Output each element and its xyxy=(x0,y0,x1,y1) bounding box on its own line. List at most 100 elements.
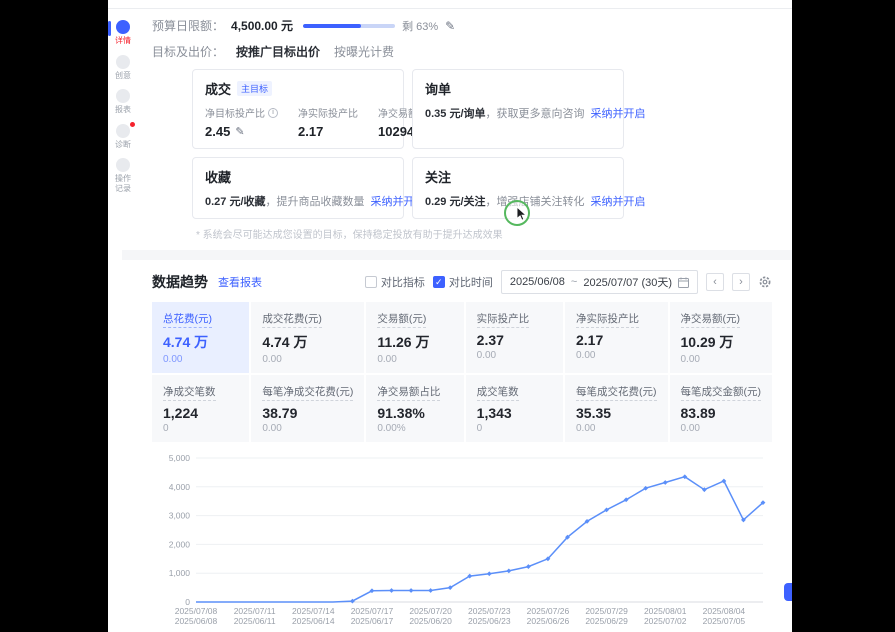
metric-compare-value: 0.00 xyxy=(163,354,238,365)
compare-time-label: 对比时间 xyxy=(449,274,493,290)
calendar-icon xyxy=(678,277,689,288)
date-range-separator: ~ xyxy=(571,276,577,288)
deal-stat: 净目标投产比i2.45✎ xyxy=(205,105,278,139)
metric-card[interactable]: 净交易额(元)10.29 万0.00 xyxy=(670,302,773,373)
budget-progress-fill xyxy=(303,24,361,28)
metric-value: 1,224 xyxy=(163,405,238,421)
metric-card[interactable]: 净交易额占比91.38%0.00% xyxy=(366,375,463,442)
sidebar-item-label: 报表 xyxy=(114,105,132,115)
metric-label: 净交易额(元) xyxy=(681,311,741,328)
goal-cards: 成交 主目标 净目标投产比i2.45✎净实际投产比2.17净交易额(元)1029… xyxy=(192,69,772,219)
budget-progress-bar xyxy=(303,24,395,28)
compare-time-checkbox[interactable]: ✓ xyxy=(433,276,445,288)
sidebar-item-creative[interactable]: 创意 xyxy=(110,55,136,81)
follow-card-desc: 0.29 元/关注，增强店铺关注转化采纳并开启 xyxy=(425,193,611,209)
sidebar-item-label: 操作记录 xyxy=(114,174,132,193)
metric-compare-value: 0 xyxy=(477,423,552,434)
metric-compare-value: 0.00 xyxy=(576,423,657,434)
favorite-card-desc: 0.27 元/收藏，提升商品收藏数量采纳并开启 xyxy=(205,193,391,209)
metric-value: 1,343 xyxy=(477,405,552,421)
goal-label: 目标及出价： xyxy=(152,43,224,60)
metric-value: 83.89 xyxy=(681,405,762,421)
trend-chart-wrap: 01,0002,0003,0004,0005,0002025/07/082025… xyxy=(152,452,772,632)
adopt-enable-link[interactable]: 采纳并开启 xyxy=(591,196,646,208)
prev-period-button[interactable]: ‹ xyxy=(706,273,724,291)
svg-text:2025/07/02: 2025/07/02 xyxy=(644,616,687,626)
metric-compare-value: 0.00 xyxy=(576,350,657,361)
follow-card-title: 关注 xyxy=(425,167,451,186)
section-separator xyxy=(122,250,792,260)
metric-compare-value: 0.00% xyxy=(377,423,452,434)
main-content: 预算日限额： 4,500.00 元 剩 63% ✎ 目标及出价： 按推广目标出价… xyxy=(138,17,792,632)
svg-text:2025/06/29: 2025/06/29 xyxy=(585,616,628,626)
compare-metric-toggle[interactable]: 对比指标 xyxy=(365,274,425,290)
stat-edit-icon[interactable]: ✎ xyxy=(235,125,244,138)
next-period-button[interactable]: › xyxy=(732,273,750,291)
metric-card[interactable]: 交易额(元)11.26 万0.00 xyxy=(366,302,463,373)
deal-card-header: 成交 主目标 xyxy=(205,79,391,98)
metric-card[interactable]: 每笔净成交花费(元)38.790.00 xyxy=(251,375,364,442)
metric-value: 38.79 xyxy=(262,405,353,421)
side-float-tab[interactable] xyxy=(784,583,792,601)
top-divider xyxy=(108,0,792,9)
sidebar-item-report[interactable]: 报表 xyxy=(110,89,136,115)
budget-edit-icon[interactable]: ✎ xyxy=(445,20,455,32)
follow-card: 关注 0.29 元/关注，增强店铺关注转化采纳并开启 xyxy=(412,157,624,219)
metrics-grid: 总花费(元)4.74 万0.00成交花费(元)4.74 万0.00交易额(元)1… xyxy=(152,302,772,442)
deal-stat-label-text: 净目标投产比 xyxy=(205,105,265,120)
metric-label: 每笔成交金额(元) xyxy=(681,384,762,401)
budget-label: 预算日限额： xyxy=(152,17,224,34)
deal-card: 成交 主目标 净目标投产比i2.45✎净实际投产比2.17净交易额(元)1029… xyxy=(192,69,404,149)
metric-compare-value: 0 xyxy=(163,423,238,434)
svg-text:2025/06/11: 2025/06/11 xyxy=(234,616,276,626)
metric-card[interactable]: 每笔成交金额(元) 83.89 0.00 xyxy=(670,375,773,442)
metric-label: 交易额(元) xyxy=(377,311,426,328)
favorite-card-title: 收藏 xyxy=(205,167,231,186)
settings-gear-icon[interactable] xyxy=(758,275,772,289)
sidebar-item-label: 诊断 xyxy=(114,140,132,150)
metric-card[interactable]: 每笔成交花费(元)35.350.00 xyxy=(565,375,668,442)
adopt-enable-link[interactable]: 采纳并开启 xyxy=(591,108,646,120)
metric-label: 实际投产比 xyxy=(477,311,530,328)
goal-tab-1[interactable]: 按曝光计费 xyxy=(334,43,394,60)
primary-goal-badge: 主目标 xyxy=(237,81,272,96)
metric-card[interactable]: 实际投产比2.370.00 xyxy=(466,302,563,373)
svg-text:5,000: 5,000 xyxy=(169,453,191,463)
compare-metric-checkbox[interactable] xyxy=(365,276,377,288)
trend-line-chart: 01,0002,0003,0004,0005,0002025/07/082025… xyxy=(152,452,771,632)
sidebar-item-diagnose[interactable]: 诊断 xyxy=(110,124,136,150)
svg-text:3,000: 3,000 xyxy=(169,511,191,521)
svg-text:2025/07/14: 2025/07/14 xyxy=(292,606,335,616)
inquiry-card-title: 询单 xyxy=(425,79,451,98)
trend-title: 数据趋势 xyxy=(152,272,208,292)
notification-dot xyxy=(130,122,135,127)
deal-stat-label: 净实际投产比 xyxy=(298,105,358,120)
follow-card-header: 关注 xyxy=(425,167,611,186)
metric-card[interactable]: 成交笔数1,3430 xyxy=(466,375,563,442)
svg-text:2025/06/20: 2025/06/20 xyxy=(409,616,452,626)
metric-compare-value: 0.00 xyxy=(681,423,762,434)
inquiry-card-desc: 0.35 元/询单，获取更多意向咨询采纳并开启 xyxy=(425,105,611,121)
compare-time-toggle[interactable]: ✓ 对比时间 xyxy=(433,274,493,290)
sidebar-item-label: 详情 xyxy=(114,36,132,46)
svg-text:2025/07/11: 2025/07/11 xyxy=(234,606,276,616)
trend-header: 数据趋势 查看报表 对比指标 ✓ 对比时间 2025/06/08 ~ 2025/… xyxy=(152,270,772,294)
view-report-link[interactable]: 查看报表 xyxy=(218,274,262,290)
inquiry-desc-text: ，获取更多意向咨询 xyxy=(486,108,585,120)
metric-card[interactable]: 成交花费(元)4.74 万0.00 xyxy=(251,302,364,373)
metric-card[interactable]: 净实际投产比2.170.00 xyxy=(565,302,668,373)
deal-stat-label-text: 净实际投产比 xyxy=(298,105,358,120)
metric-label: 每笔成交花费(元) xyxy=(576,384,657,401)
campaign-detail-panel: 详情创意报表诊断操作记录 预算日限额： 4,500.00 元 剩 63% ✎ 目… xyxy=(108,0,792,632)
metric-value: 2.17 xyxy=(576,332,657,348)
cards-footnote: * 系统会尽可能达成您设置的目标，保持稳定投放有助于提升达成效果 xyxy=(196,226,772,241)
sidebar-item-detail[interactable]: 详情 xyxy=(110,20,136,46)
metric-card[interactable]: 总花费(元)4.74 万0.00 xyxy=(152,302,249,373)
svg-text:2025/08/01: 2025/08/01 xyxy=(644,606,687,616)
goal-tab-0[interactable]: 按推广目标出价 xyxy=(236,43,320,60)
sidebar-item-log[interactable]: 操作记录 xyxy=(110,158,136,193)
metric-card[interactable]: 净成交笔数1,2240 xyxy=(152,375,249,442)
metric-label: 成交花费(元) xyxy=(262,311,322,328)
metric-compare-value: 0.00 xyxy=(681,354,762,365)
date-range-picker[interactable]: 2025/06/08 ~ 2025/07/07 (30天) xyxy=(501,270,698,294)
